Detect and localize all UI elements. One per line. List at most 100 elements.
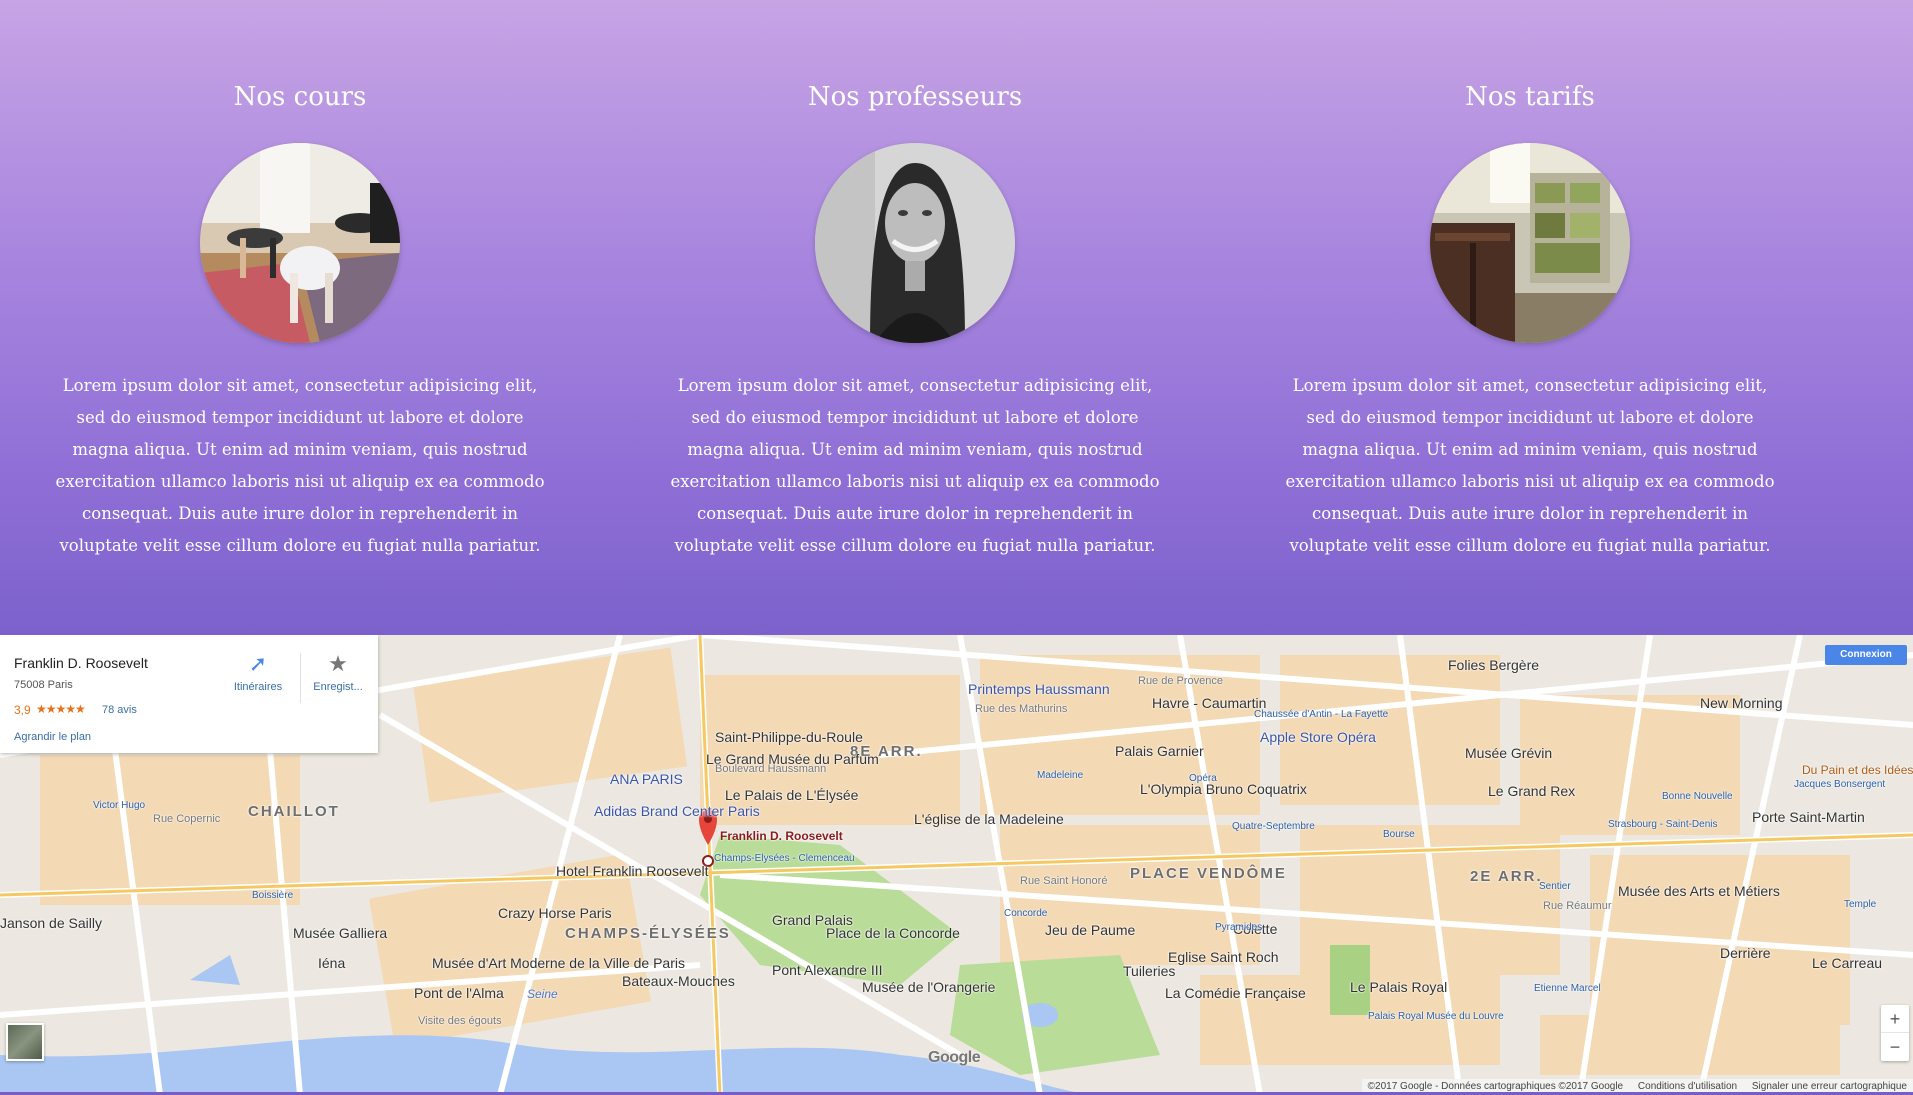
google-map[interactable]: CHAILLOT CHAMPS-ÉLYSÉES 8E ARR. 2E ARR. … (0, 635, 1913, 1095)
directions-button[interactable]: ➚ Itinéraires (218, 651, 298, 693)
save-button[interactable]: ★ Enregist... (298, 651, 378, 693)
feature-courses: Nos cours Lorem ipsum dolor sit amet, co… (20, 0, 580, 635)
map-label-eglise-st-roch: Eglise Saint Roch (1168, 949, 1279, 965)
metro-chaussee-antin: Chaussée d'Antin - La Fayette (1254, 709, 1389, 720)
map-label-adidas: Adidas Brand Center Paris (594, 803, 760, 819)
metro-madeleine: Madeleine (1037, 770, 1084, 781)
map-label-palais-garnier: Palais Garnier (1115, 743, 1204, 759)
map-label-musee-grevin: Musée Grévin (1465, 745, 1553, 761)
feature-pricing: Nos tarifs Lorem ipsum dolor sit amet, c… (1250, 0, 1810, 635)
metro-champs-clemenceau: Champs-Elysées - Clemenceau (714, 853, 855, 864)
feature-teachers: Nos professeurs Lorem ipsum dolor sit am… (635, 0, 1195, 635)
street-rue-saint-honore: Rue Saint Honoré (1020, 875, 1108, 887)
map-label-porte-st-martin: Porte Saint-Martin (1752, 809, 1865, 825)
map-label-saint-philippe: Saint-Philippe-du-Roule (715, 729, 863, 745)
map-label-madeleine: L'église de la Madeleine (914, 811, 1064, 827)
metro-quatre-septembre: Quatre-Septembre (1232, 821, 1315, 832)
street-rue-copernic: Rue Copernic (153, 813, 221, 825)
reviews-link[interactable]: 78 avis (102, 704, 137, 716)
map-label-du-pain: Du Pain et des Idées (1802, 763, 1913, 777)
directions-icon: ➚ (248, 651, 268, 676)
rating-stars-icon: ★★★★★ (36, 702, 86, 716)
place-info-card: Franklin D. Roosevelt 75008 Paris 3,9 ★★… (0, 635, 378, 753)
map-label-musee-art-moderne: Musée d'Art Moderne de la Ville de Paris (432, 955, 685, 971)
directions-label: Itinéraires (233, 681, 283, 693)
yoga-class-photo (200, 143, 400, 343)
map-label-pont-alma: Pont de l'Alma (414, 985, 504, 1001)
map-label-orangerie: Musée de l'Orangerie (862, 979, 996, 995)
feature-description: Lorem ipsum dolor sit amet, consectetur … (55, 376, 545, 555)
feature-description: Lorem ipsum dolor sit amet, consectetur … (1285, 376, 1775, 555)
zoom-out-button[interactable]: − (1881, 1033, 1909, 1061)
metro-sentier: Sentier (1539, 881, 1571, 892)
map-label-folies-bergere: Folies Bergère (1448, 657, 1540, 673)
satellite-view-toggle[interactable] (6, 1023, 44, 1061)
metro-concorde: Concorde (1004, 908, 1048, 919)
metro-opera: Opéra (1189, 773, 1217, 784)
zoom-in-button[interactable]: + (1881, 1005, 1909, 1033)
map-label-jeu-de-paume: Jeu de Paume (1045, 922, 1136, 938)
place-rating: 3,9 (14, 703, 31, 717)
street-visite-egouts: Visite des égouts (418, 1015, 502, 1027)
map-label-franklin-roosevelt-pin[interactable]: Franklin D. Roosevelt (720, 829, 843, 843)
map-label-new-morning: New Morning (1700, 695, 1783, 711)
feature-title: Nos tarifs (1465, 82, 1595, 112)
map-label-chaillot: CHAILLOT (248, 803, 340, 820)
map-label-place-concorde: Place de la Concorde (826, 925, 960, 941)
save-label: Enregist... (313, 681, 363, 693)
map-label-pont-alexandre: Pont Alexandre III (772, 962, 883, 978)
map-label-derriere: Derrière (1720, 945, 1771, 961)
map-label-bateaux-mouches: Bateaux-Mouches (622, 973, 735, 989)
feature-title: Nos professeurs (807, 82, 1023, 112)
map-label-olympia: L'Olympia Bruno Coquatrix (1140, 781, 1307, 797)
metro-etienne-marcel: Etienne Marcel (1534, 983, 1601, 994)
metro-pyramides: Pyramides (1215, 922, 1263, 933)
studio-interior-photo (1430, 143, 1630, 343)
feature-description: Lorem ipsum dolor sit amet, consectetur … (670, 376, 1160, 555)
place-name: Franklin D. Roosevelt (14, 655, 148, 671)
map-label-janson: Janson de Sailly (0, 915, 102, 931)
place-address: 75008 Paris (14, 679, 73, 691)
features-section: Nos cours Lorem ipsum dolor sit amet, co… (0, 0, 1913, 635)
metro-strasbourg: Strasbourg - Saint-Denis (1608, 819, 1718, 830)
map-label-hotel-fdr: Hotel Franklin Roosevelt (556, 863, 709, 879)
map-label-iena: Iéna (318, 955, 346, 971)
metro-victor-hugo: Victor Hugo (93, 800, 146, 811)
street-rue-reaumur: Rue Réaumur (1543, 900, 1612, 912)
map-label-champs-elysees: CHAMPS-ÉLYSÉES (565, 925, 731, 942)
map-label-place-vendome: PLACE VENDÔME (1130, 865, 1287, 882)
feature-title: Nos cours (233, 82, 367, 112)
metro-bonne-nouvelle: Bonne Nouvelle (1662, 791, 1733, 802)
map-label-grand-rex: Le Grand Rex (1488, 783, 1576, 799)
metro-jacques-bonsergent: Jacques Bonsergent (1794, 779, 1886, 790)
map-label-2e-arr: 2E ARR. (1470, 868, 1543, 885)
metro-boissiere: Boissière (252, 890, 294, 901)
street-rue-provence: Rue de Provence (1138, 675, 1223, 687)
teacher-portrait-photo (815, 143, 1015, 343)
sign-in-button[interactable]: Connexion (1825, 645, 1907, 665)
map-label-arts-metiers: Musée des Arts et Métiers (1618, 883, 1780, 899)
map-label-apple-store: Apple Store Opéra (1260, 729, 1376, 745)
metro-palais-royal: Palais Royal Musée du Louvre (1368, 1011, 1504, 1022)
map-label-palais-elysee: Le Palais de L'Élysée (725, 787, 859, 803)
street-bd-haussmann: Boulevard Haussmann (715, 763, 827, 775)
map-label-seine: Seine (527, 987, 558, 1001)
map-label-ana-paris: ANA PARIS (610, 771, 683, 787)
attribution-copyright: ©2017 Google - Données cartographiques ©… (1367, 1081, 1624, 1092)
terms-link[interactable]: Conditions d'utilisation (1638, 1081, 1737, 1092)
map-label-musee-galliera: Musée Galliera (293, 925, 388, 941)
map-label-comedie-francaise: La Comédie Française (1165, 985, 1306, 1001)
google-logo: Google (928, 1049, 981, 1066)
map-label-tuileries: Tuileries (1123, 963, 1176, 979)
metro-bourse: Bourse (1383, 829, 1415, 840)
map-label-crazy-horse: Crazy Horse Paris (498, 905, 612, 921)
map-label-carreau: Le Carreau (1812, 955, 1883, 971)
map-label-printemps: Printemps Haussmann (968, 681, 1110, 697)
report-error-link[interactable]: Signaler une erreur cartographique (1752, 1081, 1907, 1092)
metro-temple: Temple (1844, 899, 1877, 910)
zoom-controls: + − (1881, 1005, 1909, 1061)
map-label-havre-caumartin: Havre - Caumartin (1152, 695, 1267, 711)
enlarge-map-link[interactable]: Agrandir le plan (14, 731, 91, 743)
star-icon: ★ (328, 651, 348, 676)
street-rue-mathurins: Rue des Mathurins (975, 703, 1068, 715)
